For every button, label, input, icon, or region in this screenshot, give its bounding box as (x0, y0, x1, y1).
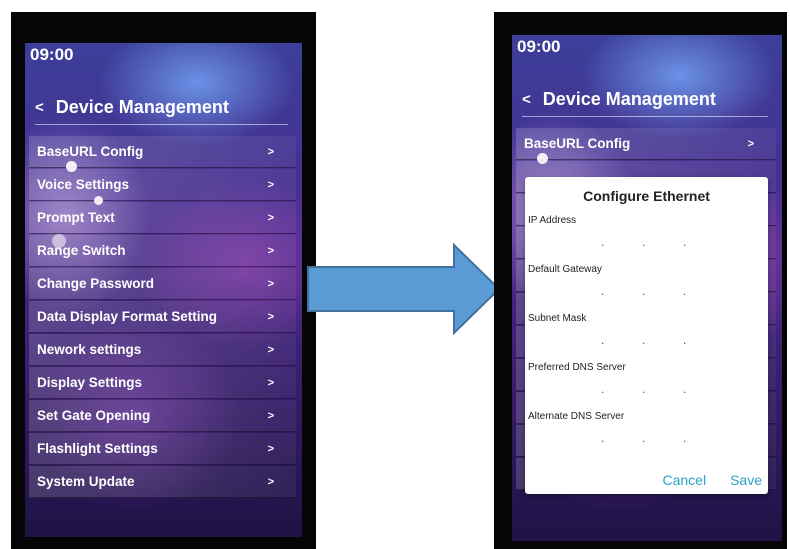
page-header: < Device Management (35, 97, 229, 118)
menu-item-range-switch[interactable]: Range Switch > (29, 235, 296, 267)
menu-item-label: Nework settings (37, 342, 142, 357)
chevron-right-icon: > (267, 178, 274, 191)
menu-item-label: Prompt Text (37, 210, 115, 225)
status-time: 09:00 (517, 37, 561, 56)
octet-separator: . (683, 382, 687, 396)
chevron-right-icon: > (267, 343, 274, 356)
menu-item-prompt-text[interactable]: Prompt Text > (29, 202, 296, 234)
chevron-right-icon: > (267, 277, 274, 290)
menu-item-label: Voice Settings (37, 177, 130, 192)
menu-item-label: Change Password (37, 276, 155, 291)
page-header: < Device Management (522, 89, 716, 110)
octet-separator: . (683, 431, 687, 445)
menu-item-label: Flashlight Settings (37, 441, 158, 456)
ip-address-input[interactable]: . . . (528, 232, 764, 254)
alternate-dns-input[interactable]: . . . (528, 428, 764, 450)
left-screen: 09:00 < Device Management BaseURL Config… (25, 43, 302, 537)
decorative-bubble (94, 196, 103, 205)
menu-item-label: Range Switch (37, 243, 126, 258)
octet-separator: . (683, 235, 687, 249)
back-icon[interactable]: < (35, 99, 44, 116)
chevron-right-icon: > (267, 145, 274, 158)
cancel-button[interactable]: Cancel (662, 472, 706, 488)
back-icon[interactable]: < (522, 91, 531, 108)
chevron-right-icon: > (267, 310, 274, 323)
menu-item-label: System Update (37, 474, 135, 489)
subnet-mask-field: Subnet Mask . . . (528, 313, 764, 357)
preferred-dns-input[interactable]: . . . (528, 379, 764, 401)
left-device-frame: 09:00 < Device Management BaseURL Config… (11, 12, 316, 549)
octet-separator: . (642, 431, 646, 445)
octet-separator: . (642, 382, 646, 396)
settings-menu: BaseURL Config > Voice Settings > Prompt… (29, 136, 296, 499)
menu-item-baseurl-config[interactable]: BaseURL Config > (516, 128, 776, 160)
menu-item-label: Display Settings (37, 375, 143, 390)
field-label: Preferred DNS Server (528, 362, 626, 373)
octet-separator: . (601, 333, 605, 347)
octet-separator: . (642, 235, 646, 249)
menu-item-label: BaseURL Config (37, 144, 144, 159)
decorative-bubble (66, 161, 77, 172)
menu-item-change-password[interactable]: Change Password > (29, 268, 296, 300)
page-title: Device Management (55, 97, 229, 117)
arrow-right-icon (307, 243, 501, 335)
menu-item-flashlight-settings[interactable]: Flashlight Settings > (29, 433, 296, 465)
field-label: Alternate DNS Server (528, 411, 625, 422)
ip-address-field: IP Address . . . (528, 215, 764, 259)
chevron-right-icon: > (267, 442, 274, 455)
chevron-right-icon: > (267, 376, 274, 389)
octet-separator: . (601, 235, 605, 249)
default-gateway-input[interactable]: . . . (528, 281, 764, 303)
arrow-shape (307, 243, 501, 335)
chevron-right-icon: > (267, 244, 274, 257)
dialog-title: Configure Ethernet (583, 188, 710, 204)
decorative-bubble (52, 234, 66, 248)
menu-item-system-update[interactable]: System Update > (29, 466, 296, 498)
field-label: IP Address (528, 215, 577, 226)
preferred-dns-field: Preferred DNS Server . . . (528, 362, 764, 406)
chevron-right-icon: > (267, 409, 274, 422)
menu-item-label: Data Display Format Setting (37, 309, 218, 324)
alternate-dns-field: Alternate DNS Server . . . (528, 411, 764, 455)
right-screen: 09:00 < Device Management BaseURL Config… (512, 35, 782, 541)
field-label: Default Gateway (528, 264, 602, 275)
menu-item-network-settings[interactable]: Nework settings > (29, 334, 296, 366)
menu-item-data-display-format[interactable]: Data Display Format Setting > (29, 301, 296, 333)
octet-separator: . (601, 382, 605, 396)
header-divider (35, 124, 288, 125)
right-device-frame: 09:00 < Device Management BaseURL Config… (494, 12, 787, 549)
menu-item-set-gate-opening[interactable]: Set Gate Opening > (29, 400, 296, 432)
header-divider (522, 116, 768, 117)
field-label: Subnet Mask (528, 313, 587, 324)
configure-ethernet-dialog: Configure Ethernet IP Address . . . Defa… (525, 177, 768, 494)
status-time: 09:00 (30, 45, 74, 64)
chevron-right-icon: > (267, 475, 274, 488)
save-button[interactable]: Save (730, 472, 762, 488)
chevron-right-icon: > (267, 211, 274, 224)
octet-separator: . (683, 284, 687, 298)
subnet-mask-input[interactable]: . . . (528, 330, 764, 352)
octet-separator: . (642, 333, 646, 347)
menu-item-label: Set Gate Opening (37, 408, 151, 423)
menu-item-display-settings[interactable]: Display Settings > (29, 367, 296, 399)
menu-item-voice-settings[interactable]: Voice Settings > (29, 169, 296, 201)
octet-separator: . (683, 333, 687, 347)
octet-separator: . (601, 431, 605, 445)
default-gateway-field: Default Gateway . . . (528, 264, 764, 308)
menu-item-label: BaseURL Config (524, 136, 631, 151)
octet-separator: . (601, 284, 605, 298)
page-title: Device Management (542, 89, 716, 109)
dialog-actions: Cancel Save (662, 472, 762, 488)
chevron-right-icon: > (747, 137, 754, 150)
decorative-bubble (537, 153, 548, 164)
octet-separator: . (642, 284, 646, 298)
